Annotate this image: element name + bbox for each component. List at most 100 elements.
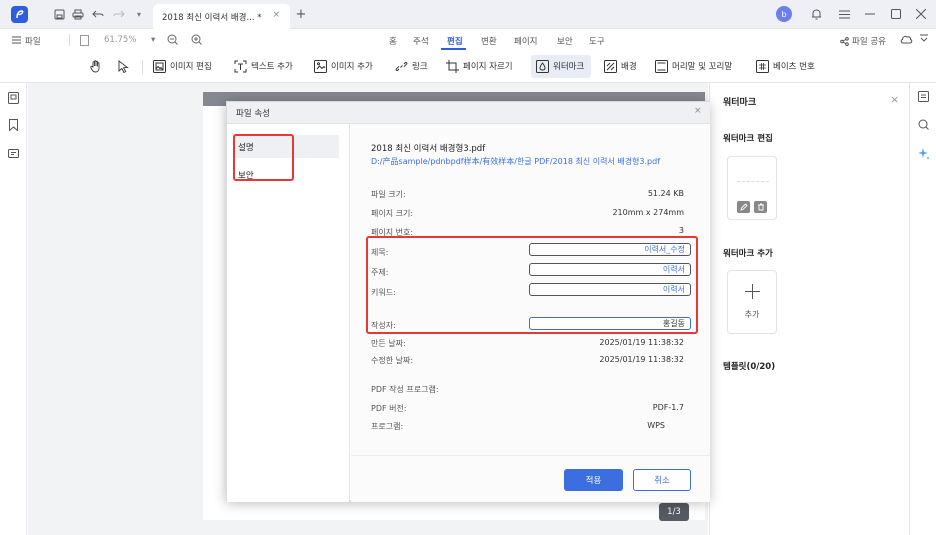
watermark-add-heading: 워터마크 추가 bbox=[723, 249, 773, 259]
background-label: 배경 bbox=[621, 62, 637, 72]
zoom-out-icon[interactable] bbox=[167, 34, 178, 45]
watermark-label: 워터마크 bbox=[553, 62, 585, 72]
menu-edit[interactable]: 편집 bbox=[447, 35, 463, 47]
menu-security[interactable]: 보안 bbox=[557, 35, 573, 47]
file-size-label: 파일 크기: bbox=[371, 190, 406, 199]
application-value: WPS bbox=[647, 421, 665, 430]
bates-number-tool[interactable]: 베이츠 번호 bbox=[755, 59, 815, 73]
notification-bell-icon[interactable] bbox=[808, 6, 824, 22]
active-menu-underline bbox=[441, 48, 466, 50]
close-tab-icon[interactable]: × bbox=[272, 10, 280, 20]
comment-icon[interactable] bbox=[8, 149, 19, 160]
redo-icon[interactable] bbox=[111, 6, 127, 22]
share-file-label: 파일 공유 bbox=[852, 37, 886, 47]
new-tab-icon[interactable]: + bbox=[293, 6, 309, 22]
dialog-header: 파일 속성 × bbox=[227, 102, 710, 124]
thumbnail-icon[interactable] bbox=[8, 92, 19, 104]
nav-highlight-box bbox=[233, 134, 294, 181]
watermark-card[interactable] bbox=[727, 156, 777, 220]
add-image-icon bbox=[313, 59, 327, 73]
search-icon[interactable] bbox=[918, 119, 929, 130]
save-icon[interactable] bbox=[51, 6, 67, 22]
menu-bar: 파일 61.75% ▾ 홈 주석 편집 변환 페이지 보안 도구 파일 공유 bbox=[0, 29, 936, 51]
ai-sparkle-icon[interactable] bbox=[917, 147, 930, 160]
share-file-button[interactable]: 파일 공유 bbox=[840, 35, 886, 47]
image-edit-icon bbox=[152, 59, 166, 73]
menu-annotate[interactable]: 주석 bbox=[413, 35, 429, 47]
avatar[interactable]: b bbox=[776, 6, 792, 22]
image-edit-tool[interactable]: 이미지 편집 bbox=[152, 59, 212, 73]
background-tool[interactable]: 배경 bbox=[603, 59, 637, 73]
undo-icon[interactable] bbox=[90, 6, 106, 22]
add-watermark-card[interactable]: 추가 bbox=[727, 270, 777, 334]
hand-icon bbox=[89, 59, 103, 73]
app-logo-icon[interactable] bbox=[11, 6, 28, 23]
menu-home[interactable]: 홈 bbox=[389, 35, 397, 47]
watermark-panel: 워터마크 × 워터마크 편집 워터마크 추가 추가 템플릿(0/20) bbox=[709, 83, 909, 535]
file-menu[interactable]: 파일 bbox=[12, 35, 41, 47]
maximize-icon[interactable] bbox=[888, 6, 904, 22]
edit-toolbar: 이미지 편집 텍스트 추가 이미지 추가 링크 페이지 자르기 워터마크 배경 … bbox=[0, 51, 936, 83]
close-dialog-icon[interactable]: × bbox=[694, 106, 702, 116]
quick-access-dropdown-icon[interactable]: ▾ bbox=[131, 6, 147, 22]
divider bbox=[142, 60, 143, 74]
minimize-icon[interactable] bbox=[862, 6, 878, 22]
document-tab[interactable]: 2018 최신 이력서 배경... * × bbox=[153, 4, 290, 29]
left-sidebar bbox=[0, 83, 27, 535]
file-properties-dialog: 파일 속성 × 설명 보안 2018 최신 이력서 배경형3.pdf D:/产品… bbox=[226, 101, 710, 502]
add-image-label: 이미지 추가 bbox=[331, 62, 373, 72]
close-window-icon[interactable] bbox=[913, 6, 929, 22]
page-size-label: 페이지 크기: bbox=[371, 209, 414, 218]
page-view-icon[interactable] bbox=[80, 35, 89, 46]
link-tool[interactable]: 링크 bbox=[394, 59, 428, 73]
modified-date-value: 2025/01/19 11:38:32 bbox=[599, 355, 684, 364]
header-footer-label: 머리말 및 꼬리말 bbox=[672, 62, 733, 72]
select-tool[interactable] bbox=[116, 59, 130, 73]
file-path-link[interactable]: D:/产品sample/pdnbpdf样本/有效样本/한글 PDF/2018 최… bbox=[371, 156, 701, 167]
file-menu-label: 파일 bbox=[25, 37, 41, 47]
crop-icon bbox=[445, 59, 459, 73]
add-image-tool[interactable]: 이미지 추가 bbox=[313, 59, 373, 73]
collapse-ribbon-icon[interactable] bbox=[920, 34, 928, 44]
edit-watermark-icon[interactable] bbox=[737, 201, 750, 213]
bates-number-icon bbox=[755, 59, 769, 73]
watermark-edit-heading: 워터마크 편집 bbox=[723, 134, 773, 144]
file-name: 2018 최신 이력서 배경형3.pdf bbox=[371, 144, 486, 154]
dialog-title: 파일 속성 bbox=[236, 109, 270, 119]
pdf-version-value: PDF-1.7 bbox=[652, 403, 684, 412]
menu-convert[interactable]: 변환 bbox=[481, 35, 497, 47]
zoom-in-icon[interactable] bbox=[191, 34, 202, 45]
zoom-dropdown-icon[interactable]: ▾ bbox=[151, 35, 155, 45]
close-panel-icon[interactable]: × bbox=[890, 93, 899, 106]
cancel-button[interactable]: 취소 bbox=[633, 469, 691, 491]
menu-lines-icon bbox=[12, 36, 21, 44]
divider bbox=[351, 455, 710, 456]
hamburger-menu-icon[interactable] bbox=[836, 6, 852, 22]
add-text-label: 텍스트 추가 bbox=[251, 62, 293, 72]
add-text-tool[interactable]: 텍스트 추가 bbox=[233, 59, 293, 73]
crop-page-label: 페이지 자르기 bbox=[463, 62, 513, 72]
menu-page[interactable]: 페이지 bbox=[514, 35, 537, 47]
template-count: 템플릿(0/20) bbox=[723, 362, 776, 372]
add-watermark-label: 추가 bbox=[744, 310, 760, 319]
file-size-value: 51.24 KB bbox=[647, 189, 684, 198]
hand-tool[interactable] bbox=[89, 59, 103, 73]
document-tab-title: 2018 최신 이력서 배경... * bbox=[162, 12, 262, 23]
application-label: 프로그램: bbox=[371, 422, 404, 431]
menu-tools[interactable]: 도구 bbox=[589, 35, 605, 47]
properties-icon[interactable] bbox=[918, 91, 929, 102]
apply-button[interactable]: 적용 bbox=[564, 469, 623, 491]
watermark-tool[interactable]: 워터마크 bbox=[535, 59, 584, 73]
print-icon[interactable] bbox=[70, 6, 86, 22]
image-edit-label: 이미지 편집 bbox=[170, 62, 212, 72]
bookmark-icon[interactable] bbox=[9, 119, 18, 131]
created-date-value: 2025/01/19 11:38:32 bbox=[599, 338, 684, 347]
add-text-icon bbox=[233, 59, 247, 73]
cloud-upload-icon[interactable] bbox=[900, 34, 913, 44]
page-size-value: 210mm x 274mm bbox=[612, 208, 684, 217]
pdf-version-label: PDF 버전: bbox=[371, 404, 407, 413]
zoom-level[interactable]: 61.75% bbox=[104, 35, 136, 45]
delete-watermark-icon[interactable] bbox=[754, 201, 767, 213]
crop-page-tool[interactable]: 페이지 자르기 bbox=[445, 59, 513, 73]
header-footer-tool[interactable]: 머리말 및 꼬리말 bbox=[654, 59, 732, 73]
